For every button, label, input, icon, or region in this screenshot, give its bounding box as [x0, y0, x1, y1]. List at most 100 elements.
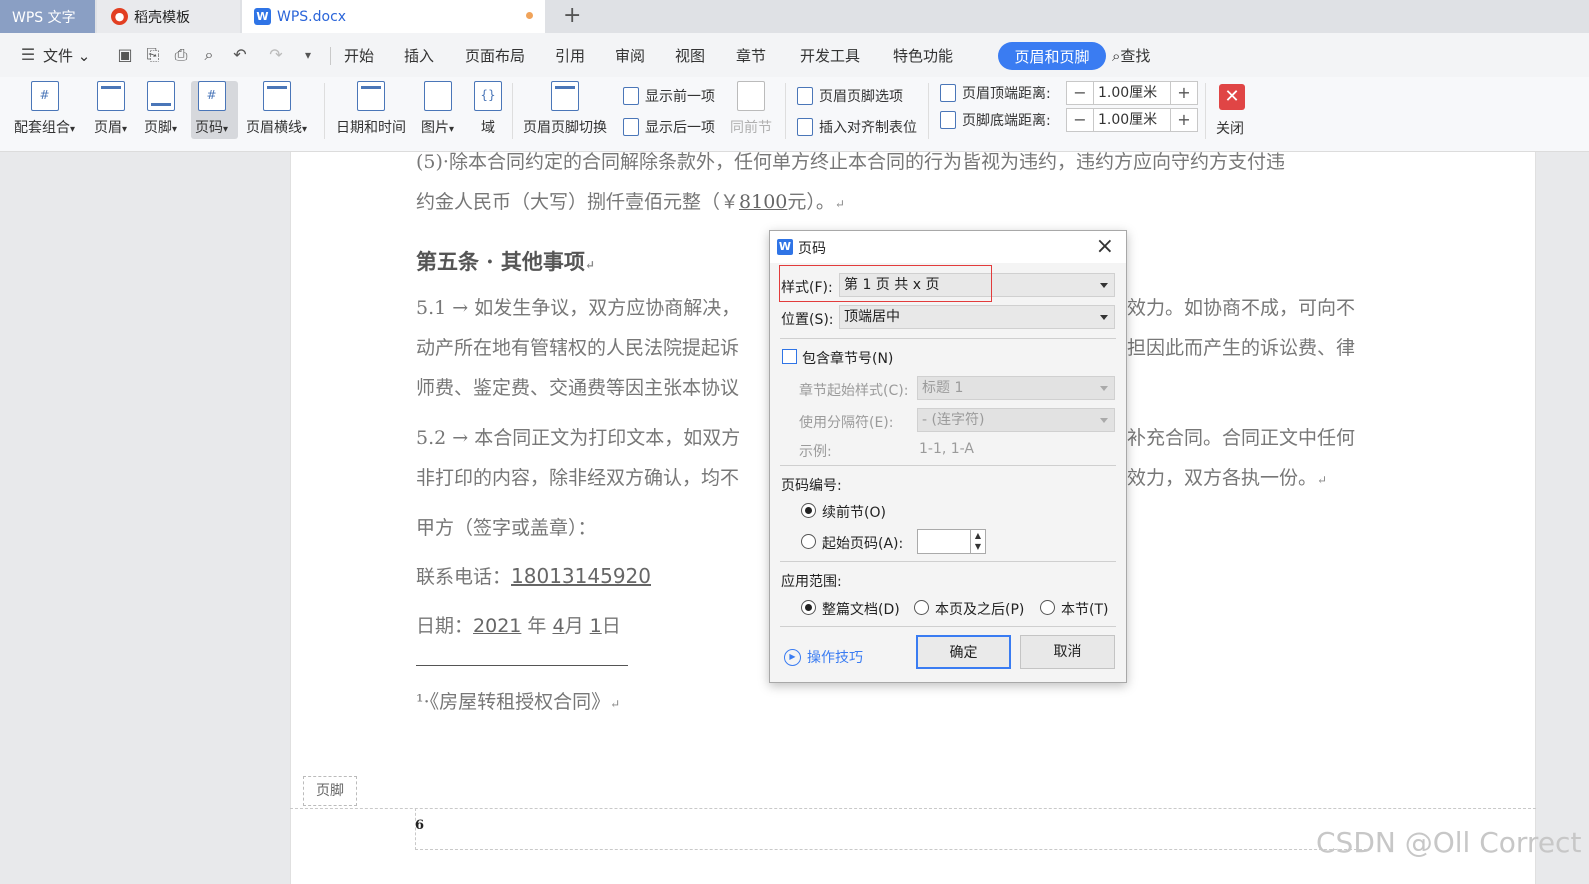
- header-line-icon: [262, 81, 291, 111]
- start-at-label: 起始页码(A):: [822, 536, 904, 552]
- doc-line: 效力。如协商不成，可向不: [1127, 297, 1356, 319]
- example-value: 1-1, 1-A: [919, 441, 974, 457]
- page-number-button[interactable]: # 页码▾: [195, 81, 228, 137]
- apply-whole-document-radio[interactable]: [801, 600, 816, 615]
- menu-insert[interactable]: 插入: [404, 45, 434, 66]
- menu-developer[interactable]: 开发工具: [800, 45, 860, 66]
- menu-file[interactable]: 文件 ⌄: [43, 45, 90, 66]
- footer-page-number: 6: [415, 818, 425, 833]
- continue-previous-radio[interactable]: [801, 503, 816, 518]
- calendar-icon: [357, 81, 385, 111]
- menu-page-layout[interactable]: 页面布局: [465, 45, 525, 66]
- doc-line: 补充合同。合同正文中任何: [1127, 427, 1356, 449]
- field-icon: {}: [474, 81, 502, 111]
- apply-this-section-radio[interactable]: [1040, 600, 1055, 615]
- undo-icon[interactable]: ↶: [230, 45, 250, 65]
- header-top-distance-spinner[interactable]: − 1.00厘米 +: [1066, 81, 1198, 105]
- show-previous-button[interactable]: 显示前一项: [623, 86, 715, 106]
- separator-select[interactable]: - (连字符): [917, 408, 1115, 432]
- close-header-footer-label[interactable]: 关闭: [1216, 118, 1244, 138]
- increase-button[interactable]: +: [1171, 109, 1197, 131]
- combo-button[interactable]: # 配套组合▾: [14, 81, 75, 137]
- apply-this-page-onward-label: 本页及之后(P): [935, 602, 1025, 618]
- start-page-stepper[interactable]: ▲ ▼: [917, 529, 986, 554]
- position-select[interactable]: 顶端居中: [839, 305, 1115, 329]
- play-icon: ▶: [784, 648, 801, 666]
- numbering-label: 页码编号:: [781, 478, 842, 494]
- apply-this-page-onward-radio[interactable]: [914, 600, 929, 615]
- same-as-previous-icon: [737, 81, 765, 111]
- header-footer-options-button[interactable]: 页眉页脚选项: [797, 86, 903, 106]
- cancel-button[interactable]: 取消: [1020, 635, 1115, 669]
- ribbon-separator: [324, 83, 325, 139]
- footer-area[interactable]: [415, 808, 1367, 850]
- continue-previous-label: 续前节(O): [822, 505, 886, 521]
- menu-chapter[interactable]: 章节: [736, 45, 766, 66]
- new-tab-plus-icon[interactable]: +: [563, 3, 581, 28]
- ribbon-separator: [512, 83, 513, 139]
- insert-align-tab-button[interactable]: 插入对齐制表位: [797, 117, 917, 137]
- menu-view[interactable]: 视图: [675, 45, 705, 66]
- hamburger-menu-icon[interactable]: ☰: [18, 45, 38, 65]
- doc-line: 5.1 → 如发生争议，双方应协商解决，: [416, 297, 741, 319]
- increase-button[interactable]: +: [1171, 82, 1197, 104]
- options-icon: [797, 87, 813, 105]
- ok-button[interactable]: 确定: [916, 635, 1011, 669]
- field-button[interactable]: {} 域: [474, 81, 502, 137]
- doc-line: 约金人民币（大写）捌仟壹佰元整（￥8100元）。↵: [416, 191, 845, 213]
- tips-link[interactable]: ▶ 操作技巧: [784, 647, 863, 667]
- doc-line: 师费、鉴定费、交通费等因主张本协议: [416, 377, 740, 399]
- chevron-down-icon: [1100, 418, 1108, 423]
- header-footer-switch-button[interactable]: 页眉页脚切换: [523, 81, 607, 137]
- doc-line: 5.2 → 本合同正文为打印文本，如双方: [416, 427, 741, 449]
- save-icon[interactable]: ▣: [115, 45, 135, 65]
- chapter-style-select[interactable]: 标题 1: [917, 376, 1115, 400]
- close-icon[interactable]: ✕: [1219, 84, 1245, 110]
- highlight-annotation-box: [779, 265, 992, 302]
- menu-search[interactable]: ⌕查找: [1112, 45, 1150, 66]
- tab-bar: WPS 文字 ● 稻壳模板 W WPS.docx +: [0, 0, 1589, 33]
- tab-document[interactable]: W WPS.docx: [242, 0, 545, 33]
- apply-this-section-label: 本节(T): [1061, 602, 1109, 618]
- footer-bottom-distance-value[interactable]: 1.00厘米: [1093, 109, 1171, 131]
- tab-label: 稻壳模板: [134, 9, 190, 26]
- ribbon-toolbar: # 配套组合▾ 页眉▾ 页脚▾ # 页码▾ 页眉横线▾ 日期和时间 图片▾ {}…: [0, 77, 1589, 152]
- header-line-button[interactable]: 页眉横线▾: [246, 81, 307, 137]
- tab-label: WPS 文字: [12, 9, 76, 26]
- show-next-icon: [623, 118, 639, 136]
- print-preview-icon[interactable]: ⌕: [199, 45, 219, 65]
- header-button[interactable]: 页眉▾: [94, 81, 127, 137]
- print-icon[interactable]: ⎙: [171, 45, 191, 65]
- include-chapter-checkbox[interactable]: [782, 349, 797, 364]
- date-time-button[interactable]: 日期和时间: [336, 81, 406, 137]
- header-top-distance-value[interactable]: 1.00厘米: [1093, 82, 1171, 104]
- menu-review[interactable]: 审阅: [615, 45, 645, 66]
- menu-header-footer[interactable]: 页眉和页脚: [998, 42, 1106, 70]
- picture-button[interactable]: 图片▾: [421, 81, 454, 137]
- header-top-distance-label: 页眉顶端距离:: [940, 83, 1051, 103]
- menu-home[interactable]: 开始: [344, 45, 374, 66]
- close-icon[interactable]: ×: [1096, 234, 1114, 259]
- footer-button[interactable]: 页脚▾: [144, 81, 177, 137]
- decrease-button[interactable]: −: [1067, 109, 1093, 131]
- footer-tag: 页脚: [303, 776, 357, 806]
- show-next-button[interactable]: 显示后一项: [623, 117, 715, 137]
- export-icon[interactable]: ⎘: [143, 45, 163, 65]
- divider: [780, 338, 1116, 339]
- customize-dropdown-icon[interactable]: ▾: [298, 45, 318, 65]
- start-at-radio[interactable]: [801, 534, 816, 549]
- decrease-button[interactable]: −: [1067, 82, 1093, 104]
- tab-wps-writer[interactable]: WPS 文字: [0, 0, 95, 33]
- ribbon-separator: [1205, 83, 1206, 139]
- stepper-arrows-icon[interactable]: ▲ ▼: [970, 530, 985, 553]
- menu-special-features[interactable]: 特色功能: [893, 45, 953, 66]
- ribbon-separator: [928, 83, 929, 139]
- footer-bottom-distance-spinner[interactable]: − 1.00厘米 +: [1066, 108, 1198, 132]
- tab-daoke-templates[interactable]: ● 稻壳模板: [97, 0, 240, 33]
- redo-icon[interactable]: ↷: [266, 45, 286, 65]
- switch-icon: [551, 81, 579, 111]
- apply-whole-document-label: 整篇文档(D): [822, 602, 900, 618]
- chevron-down-icon: [1100, 386, 1108, 391]
- menu-references[interactable]: 引用: [555, 45, 585, 66]
- same-as-previous-button[interactable]: 同前节: [730, 81, 772, 137]
